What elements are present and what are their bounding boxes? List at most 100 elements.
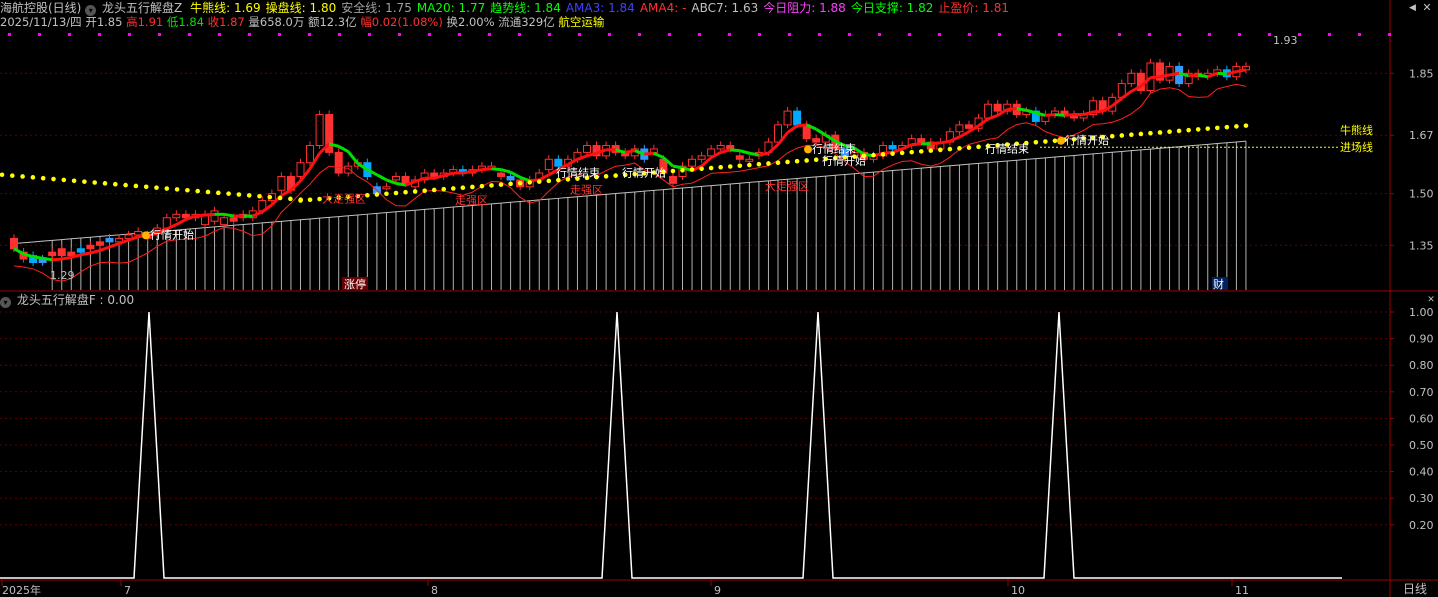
candle-body [497, 172, 506, 177]
trend-line-segment [395, 181, 406, 187]
top-dot [1178, 33, 1181, 36]
time-axis-label: 8 [431, 584, 438, 597]
bullbear-dot [1119, 133, 1125, 138]
bullbear-dot [51, 176, 56, 182]
trend-line-segment [815, 127, 827, 137]
top-dot [698, 33, 701, 36]
bullbear-dot [133, 183, 139, 189]
candle-body [76, 248, 85, 253]
bullbear-dot [185, 187, 190, 193]
timeframe-label[interactable]: 日线 [1392, 582, 1438, 597]
sub-axis-label: 1.00 [1409, 306, 1434, 319]
top-dot [608, 33, 611, 36]
candle-body [306, 145, 315, 164]
bullbear-dot [460, 185, 466, 190]
bullbear-dot [1129, 132, 1134, 138]
top-dot [1028, 33, 1031, 36]
bullbear-dot [947, 146, 953, 152]
bullbear-dot [1052, 138, 1058, 144]
top-dot [1118, 33, 1121, 36]
top-dot [788, 33, 791, 36]
trend-line-segment [61, 255, 72, 261]
bullbear-dot [804, 158, 809, 163]
top-dot [518, 33, 521, 36]
candle-body [315, 114, 324, 147]
trend-line-segment [1188, 73, 1199, 78]
trend-line-segment [414, 176, 426, 184]
time-axis-label: 11 [1235, 584, 1249, 597]
bullbear-dot [928, 148, 934, 153]
top-dot [1268, 33, 1271, 36]
trend-line-segment [52, 257, 62, 262]
bullbear-dot [20, 174, 25, 179]
trend-line-segment [472, 168, 483, 173]
trend-line-segment [786, 124, 798, 134]
candle-body [10, 237, 18, 250]
candle-body [984, 103, 993, 119]
trend-line-segment [347, 150, 359, 165]
annotation-label: 大走强区 [765, 179, 809, 193]
sub-axis-label: 0.70 [1409, 386, 1434, 399]
bullbear-dot [236, 192, 242, 197]
candle-body [726, 145, 735, 150]
sub-axis-label: 0.20 [1409, 519, 1434, 532]
top-dot [878, 33, 881, 36]
bullbear-dot [470, 184, 475, 190]
sub-axis-label: 0.30 [1409, 492, 1434, 505]
top-dot [278, 33, 281, 36]
candle-body [668, 175, 677, 184]
bullbear-dot [766, 161, 771, 166]
time-axis-label: 2025年 [2, 583, 41, 597]
trend-line-segment [376, 173, 388, 182]
kline-chart[interactable]: 1.851.671.501.35牛熊线进场线行情开始大走强区 走强区行情结束走强区… [0, 0, 1438, 597]
trend-line-segment [385, 178, 397, 185]
bullbear-dot [0, 172, 5, 178]
top-dot [638, 33, 641, 36]
top-dot [458, 33, 461, 36]
trend-line-segment [1064, 113, 1075, 117]
hand-icon [142, 231, 150, 240]
top-dot [188, 33, 191, 36]
bullbear-dot [1243, 123, 1249, 128]
bullbear-dot [708, 165, 714, 171]
trend-line-segment [204, 212, 215, 217]
bullbear-dot [267, 194, 273, 200]
bullbear-dot [890, 151, 895, 156]
bullbear-dot [938, 147, 943, 153]
bullbear-label: 牛熊线 [1340, 123, 1373, 137]
bullbear-dot [976, 144, 981, 150]
candle-body [382, 186, 391, 190]
bullbear-dot [1234, 124, 1239, 129]
top-dot [38, 33, 41, 36]
candle-body [955, 124, 964, 133]
bullbear-dot [92, 180, 97, 185]
bullbear-dot [61, 177, 67, 183]
annotation-label: 行情结束 [985, 142, 1029, 155]
trend-line-segment [730, 148, 740, 153]
bullbear-dot [756, 161, 762, 167]
trend-line-segment [1159, 73, 1170, 79]
top-dot [488, 33, 491, 36]
top-dot [758, 33, 761, 36]
sub-axis-label: 0.90 [1409, 333, 1434, 346]
top-dot [848, 33, 851, 36]
candle-body [430, 172, 439, 177]
bullbear-dot [1176, 128, 1182, 134]
top-dot [668, 33, 671, 36]
bullbear-dot [479, 183, 485, 189]
bullbear-dot [451, 186, 456, 191]
price-axis-label: 1.85 [1409, 67, 1434, 80]
trend-line-segment [720, 148, 731, 154]
top-dot [1058, 33, 1061, 36]
candle-body [697, 155, 706, 160]
candle-body [583, 145, 591, 153]
top-dot [158, 33, 161, 36]
bullbear-dot [143, 184, 149, 190]
bullbear-dot [154, 185, 159, 190]
sub-axis-label: 0.50 [1409, 439, 1434, 452]
bullbear-dot [82, 179, 87, 184]
trend-line-segment [1236, 68, 1247, 74]
candle-body [134, 231, 143, 236]
bullbear-dot [613, 173, 618, 178]
candle-body [344, 165, 353, 174]
